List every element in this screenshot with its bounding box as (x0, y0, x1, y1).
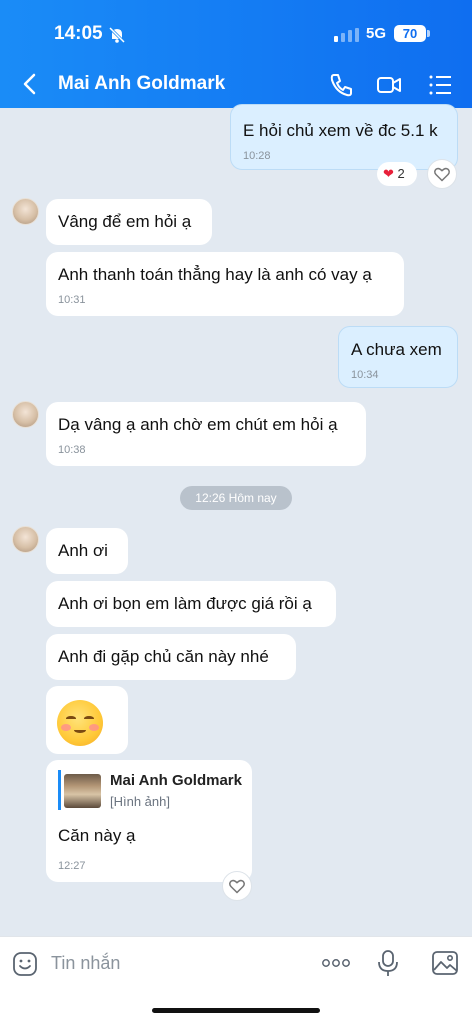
video-call-icon[interactable] (376, 72, 402, 98)
message-text: Anh đi gặp chủ căn này nhé (58, 647, 269, 666)
received-message[interactable]: Anh đi gặp chủ căn này nhé (46, 634, 296, 680)
received-message[interactable]: Anh ơi bọn em làm được giá rồi ạ (46, 581, 336, 627)
message-text: Anh ơi bọn em làm được giá rồi ạ (58, 594, 312, 613)
chat-header: 14:05 5G 70 Mai Anh Goldmark (0, 0, 472, 108)
reply-type: [Hình ảnh] (110, 794, 170, 809)
message-input[interactable]: Tin nhắn (51, 953, 120, 974)
message-text: Dạ vâng ạ anh chờ em chút em hỏi ạ (58, 415, 338, 434)
signal-icon (334, 28, 359, 42)
message-text: Anh ơi (58, 541, 108, 560)
message-time: 12:27 (58, 860, 86, 872)
my-message[interactable]: E hỏi chủ xem về đc 5.1 k 10:28 (230, 104, 458, 170)
message-time: 10:28 (243, 150, 271, 162)
react-heart-icon[interactable] (222, 871, 252, 901)
battery-level: 70 (394, 25, 426, 42)
message-text: Anh thanh toán thẳng hay là anh có vay ạ (58, 265, 372, 284)
react-heart-icon[interactable] (427, 159, 457, 189)
contact-name[interactable]: Mai Anh Goldmark (58, 73, 225, 95)
message-text: A chưa xem (351, 340, 442, 359)
status-time: 14:05 (54, 23, 103, 44)
menu-list-icon[interactable] (428, 72, 454, 98)
reaction-badge[interactable]: ❤ 2 (377, 162, 417, 186)
avatar[interactable] (12, 526, 39, 553)
network-type: 5G (366, 25, 387, 42)
emoji-icon[interactable] (12, 951, 38, 977)
reaction-count: 2 (397, 166, 405, 181)
message-time: 10:38 (58, 444, 86, 456)
bell-muted-icon (108, 26, 126, 44)
heart-reaction-icon: ❤ (383, 166, 394, 181)
date-divider: 12:26 Hôm nay (180, 486, 292, 510)
back-arrow-icon[interactable] (20, 72, 40, 96)
battery-icon: 70 (394, 25, 430, 42)
message-time: 10:31 (58, 294, 86, 306)
received-message[interactable]: Anh ơi (46, 528, 128, 574)
reply-sender: Mai Anh Goldmark (110, 772, 242, 789)
reply-image-thumbnail[interactable] (64, 774, 101, 808)
message-time: 10:34 (351, 369, 379, 381)
phone-call-icon[interactable] (328, 72, 354, 98)
received-message[interactable]: Dạ vâng ạ anh chờ em chút em hỏi ạ 10:38 (46, 402, 366, 466)
message-text: E hỏi chủ xem về đc 5.1 k (243, 121, 438, 140)
more-icon[interactable] (321, 957, 351, 969)
received-message[interactable]: Anh thanh toán thẳng hay là anh có vay ạ… (46, 252, 404, 316)
message-text: Căn này ạ (58, 826, 136, 845)
received-message[interactable]: Vâng để em hỏi ạ (46, 199, 212, 245)
my-message[interactable]: A chưa xem 10:34 (338, 326, 458, 388)
smiling-blush-emoji-icon (57, 700, 103, 746)
image-gallery-icon[interactable] (431, 950, 459, 976)
reply-quote-bar (58, 770, 61, 810)
avatar[interactable] (12, 198, 39, 225)
voice-microphone-icon[interactable] (376, 949, 400, 977)
avatar[interactable] (12, 401, 39, 428)
home-indicator (152, 1008, 320, 1013)
message-text: Vâng để em hỏi ạ (58, 212, 192, 231)
